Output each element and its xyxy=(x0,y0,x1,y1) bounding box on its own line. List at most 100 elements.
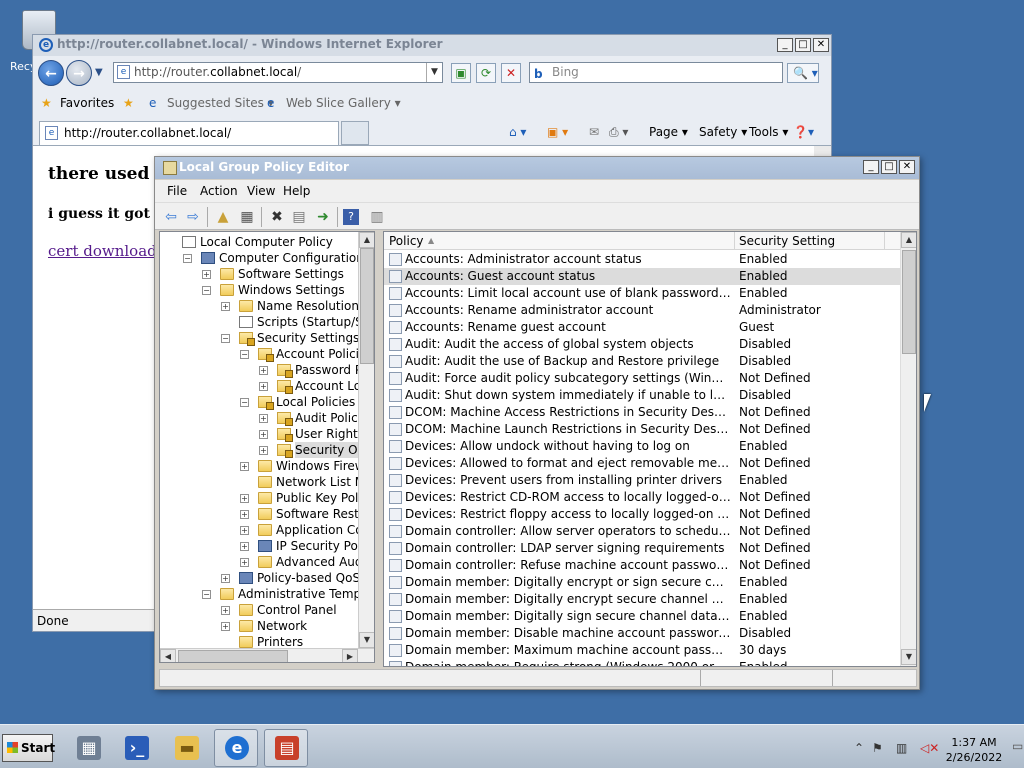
expand-icon[interactable]: + xyxy=(202,269,211,279)
policy-row[interactable]: Audit: Force audit policy subcategory se… xyxy=(384,370,900,387)
gpedit-title-bar[interactable]: Local Group Policy Editor _ □ ✕ xyxy=(155,157,919,179)
scroll-down-button[interactable]: ▼ xyxy=(901,649,916,665)
tree-node[interactable]: − Computer Configuration xyxy=(183,250,364,266)
tree-node[interactable]: Local Computer Policy xyxy=(164,234,333,250)
policy-row[interactable]: Audit: Audit the use of Backup and Resto… xyxy=(384,353,900,370)
tree-node[interactable]: − Account Policies xyxy=(240,346,373,362)
expand-icon[interactable]: + xyxy=(240,493,249,503)
stop-button[interactable]: ✕ xyxy=(501,63,521,83)
tab-router[interactable]: e http://router.collabnet.local/ xyxy=(39,121,339,145)
expand-icon[interactable]: + xyxy=(221,573,230,583)
policy-row[interactable]: Accounts: Rename administrator account Ad… xyxy=(384,302,900,319)
new-tab-button[interactable] xyxy=(341,121,369,145)
policy-row[interactable]: Domain member: Digitally encrypt or sign… xyxy=(384,574,900,591)
page-menu[interactable]: Page ▾ xyxy=(649,125,688,139)
ie-title-bar[interactable]: e http://router.collabnet.local/ - Windo… xyxy=(33,35,831,56)
refresh-button[interactable]: ⟳ xyxy=(476,63,496,83)
policy-row[interactable]: Domain controller: LDAP server signing r… xyxy=(384,540,900,557)
expand-icon[interactable]: + xyxy=(240,541,249,551)
tree-node[interactable]: +Name Resolution Policy xyxy=(221,298,374,314)
collapse-icon[interactable]: − xyxy=(202,285,211,295)
tree-node[interactable]: + Public Key Policies xyxy=(240,490,374,506)
setting-column-header[interactable]: Security Setting xyxy=(739,234,835,248)
policy-row[interactable]: Devices: Prevent users from installing p… xyxy=(384,472,900,489)
action-center-flag-icon[interactable]: ⚑ xyxy=(872,741,883,755)
policy-row[interactable]: Domain member: Disable machine account p… xyxy=(384,625,900,642)
menu-help[interactable]: Help xyxy=(283,184,310,198)
tree-node[interactable]: − Security Settings xyxy=(221,330,359,346)
recent-pages-dropdown[interactable]: ▼ xyxy=(95,67,103,78)
taskbar-group-policy-editor[interactable]: ▤ xyxy=(264,729,308,767)
expand-icon[interactable]: + xyxy=(259,413,268,423)
address-bar[interactable]: e http://router.collabnet.local/ ▼ xyxy=(113,62,443,83)
delete-icon[interactable]: ✖ xyxy=(267,207,287,227)
tree-node[interactable]: − Local Policies xyxy=(240,394,355,410)
tree-node[interactable]: +Windows Firewall wit xyxy=(240,458,374,474)
feeds-icon[interactable]: ▣ ▾ xyxy=(547,125,568,139)
add-favorites-icon[interactable]: ★ xyxy=(123,96,134,110)
taskbar-server-manager[interactable]: ▦ xyxy=(66,729,110,767)
back-button[interactable]: ← xyxy=(38,60,64,86)
policy-row[interactable]: Accounts: Rename guest account Guest xyxy=(384,319,900,336)
policy-row[interactable]: Accounts: Limit local account use of bla… xyxy=(384,285,900,302)
scroll-up-button[interactable]: ▲ xyxy=(359,232,374,248)
show-desktop-icon[interactable]: ▭ xyxy=(1012,739,1023,753)
show-hidden-icons-icon[interactable]: ⌃ xyxy=(854,741,864,755)
policy-column-header[interactable]: Policy xyxy=(389,234,424,248)
minimize-button[interactable]: _ xyxy=(777,38,793,52)
tree-node[interactable]: Network List Manage xyxy=(240,474,374,490)
print-icon[interactable]: ⎙ ▾ xyxy=(609,125,628,140)
expand-icon[interactable]: + xyxy=(240,461,249,471)
maximize-button[interactable]: □ xyxy=(881,160,897,174)
expand-icon[interactable]: + xyxy=(259,381,268,391)
home-icon[interactable]: ⌂ ▾ xyxy=(509,125,526,139)
address-dropdown-button[interactable]: ▼ xyxy=(426,63,442,82)
policy-row[interactable]: Devices: Restrict floppy access to local… xyxy=(384,506,900,523)
scroll-thumb[interactable] xyxy=(178,650,288,662)
show-hide-tree-icon[interactable]: ▦ xyxy=(237,207,257,227)
scroll-right-button[interactable]: ▶ xyxy=(342,649,358,662)
policy-row[interactable]: Devices: Allowed to format and eject rem… xyxy=(384,455,900,472)
expand-icon[interactable]: + xyxy=(259,365,268,375)
policy-row[interactable]: Domain member: Digitally sign secure cha… xyxy=(384,608,900,625)
search-input[interactable]: b Bing xyxy=(529,62,783,83)
tree-vertical-scrollbar[interactable]: ▲ ▼ xyxy=(358,232,374,648)
filter-icon[interactable]: ▥ xyxy=(367,207,387,227)
start-button[interactable]: Start xyxy=(2,734,55,762)
clock[interactable]: 1:37 AM 2/26/2022 xyxy=(938,735,1010,765)
tree-node[interactable]: − Administrative Templates xyxy=(202,586,374,602)
read-mail-icon[interactable]: ✉ xyxy=(589,125,599,139)
cert-download-link[interactable]: cert download xyxy=(48,242,157,260)
tree-horizontal-scrollbar[interactable]: ◀ ▶ xyxy=(160,648,374,662)
policy-row[interactable]: Audit: Shut down system immediately if u… xyxy=(384,387,900,404)
close-button[interactable]: ✕ xyxy=(899,160,915,174)
forward-button[interactable]: → xyxy=(66,60,92,86)
scroll-down-button[interactable]: ▼ xyxy=(359,632,374,648)
taskbar-internet-explorer[interactable]: e xyxy=(214,729,258,767)
help-icon[interactable]: ❓▾ xyxy=(793,125,814,139)
expand-icon[interactable]: + xyxy=(221,605,230,615)
properties-icon[interactable]: ▤ xyxy=(289,207,309,227)
scroll-thumb[interactable] xyxy=(902,250,916,354)
expand-icon[interactable]: + xyxy=(240,509,249,519)
tree-node[interactable]: + Audit Policy xyxy=(259,410,365,426)
collapse-icon[interactable]: − xyxy=(183,253,192,263)
search-button[interactable]: 🔍 ▾ xyxy=(787,63,819,83)
expand-icon[interactable]: + xyxy=(221,621,230,631)
scroll-thumb[interactable] xyxy=(360,248,374,364)
tree-node[interactable]: − Windows Settings xyxy=(202,282,345,298)
tree-node[interactable]: + Control Panel xyxy=(221,602,337,618)
help-icon[interactable]: ? xyxy=(343,209,359,225)
export-list-icon[interactable]: ➜ xyxy=(313,207,333,227)
favorites-button[interactable]: Favorites xyxy=(60,96,114,110)
compatibility-view-button[interactable]: ▣ xyxy=(451,63,471,83)
policy-row[interactable]: DCOM: Machine Access Restrictions in Sec… xyxy=(384,404,900,421)
menu-action[interactable]: Action xyxy=(200,184,238,198)
taskbar-powershell[interactable]: ›_ xyxy=(114,729,158,767)
tree-node[interactable]: Scripts (Startup/Shutdow xyxy=(221,314,374,330)
maximize-button[interactable]: □ xyxy=(795,38,811,52)
policy-row[interactable]: Audit: Audit the access of global system… xyxy=(384,336,900,353)
tree-node[interactable]: +IP Security Policies o xyxy=(240,538,374,554)
tree-node[interactable]: +Advanced Audit Polic xyxy=(240,554,374,570)
scroll-up-button[interactable]: ▲ xyxy=(901,232,916,248)
